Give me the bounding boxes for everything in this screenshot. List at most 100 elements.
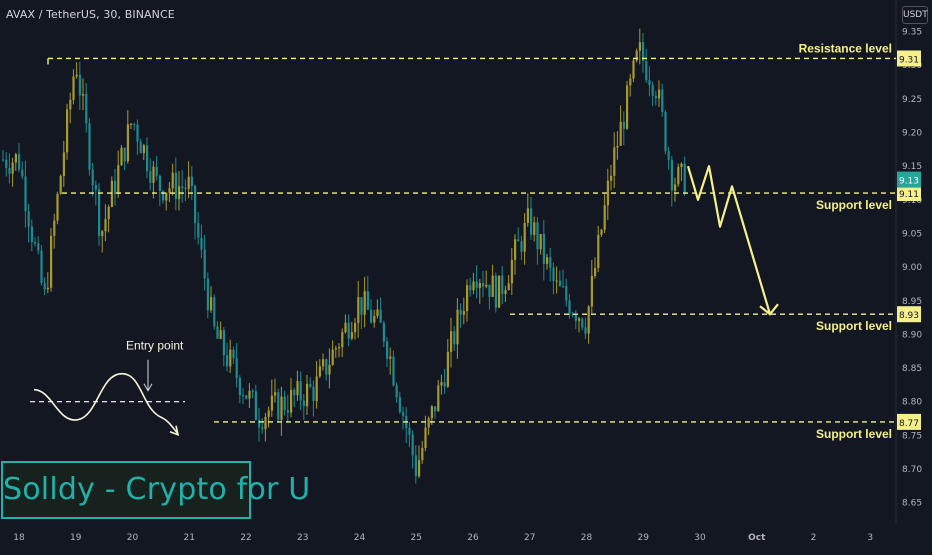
y-tick-label: 8.85 [902,364,922,374]
candle-body [466,285,469,312]
x-tick-label: Oct [748,533,766,543]
candle-body [370,309,373,323]
candle-body [594,267,597,276]
candle-body [574,314,577,321]
candles [2,28,686,484]
candle-body [98,189,101,236]
level-label: Resistance level [799,41,892,55]
candle-body [184,187,187,190]
candle-body [357,297,360,324]
y-tick-label: 9.00 [902,263,922,273]
candle-body [37,243,40,251]
candle-body [101,231,104,236]
candle-body [456,309,459,345]
candle-body [302,400,305,407]
x-tick-label: 22 [240,533,251,543]
y-tick-label: 8.95 [902,297,922,307]
candle-body [59,175,62,194]
x-tick-label: 24 [354,533,366,543]
candle-body [261,427,264,430]
candle-body [82,93,85,96]
y-tick-label: 9.15 [902,162,922,172]
candle-body [354,323,357,333]
x-tick-label: 2 [811,533,817,543]
x-tick-label: 21 [184,533,195,543]
candle-body [200,237,203,250]
y-tick-label: 9.05 [902,229,922,239]
candle-body [475,281,478,288]
candle-body [123,147,126,162]
level-price-label: 8.77 [899,419,919,429]
candle-body [462,311,465,315]
candle-body [46,287,49,290]
candle-body [197,223,200,238]
candle-body [34,241,37,244]
candle-body [440,382,443,386]
candle-body [114,180,117,194]
candle-body [402,412,405,416]
candle-body [491,275,494,297]
x-tick-label: 20 [127,533,139,543]
candle-body [680,163,683,168]
candle-body [306,383,309,407]
candle-body [610,175,613,181]
candle-body [661,89,664,113]
candle-body [587,306,590,334]
symbol-title[interactable]: AVAX / TetherUS, 30, BINANCE [6,8,175,21]
candle-body [376,309,379,317]
candle-body [229,349,232,367]
candle-body [11,162,14,174]
level-price-label: 9.11 [899,190,919,200]
candle-body [258,420,261,428]
candle-body [488,284,491,297]
candle-body [520,241,523,252]
candle-body [139,141,142,154]
candle-body [424,427,427,448]
candle-body [190,176,193,186]
x-tick-label: 30 [694,533,706,543]
candle-body [296,381,299,396]
candle-body [606,180,609,206]
candle-body [338,347,341,349]
candle-body [472,281,475,291]
candle-body [558,280,561,287]
currency-badge[interactable]: USDT [902,6,928,24]
candle-body [293,389,296,396]
candle-body [670,159,673,191]
candle-body [146,145,149,172]
candle-body [78,74,81,96]
projection-path [686,165,772,315]
x-tick-label: 28 [581,533,593,543]
candle-body [347,322,350,339]
candle-body [30,226,33,242]
candle-body [24,176,27,212]
candle-body [171,172,174,189]
candle-body [318,366,321,377]
candle-body [187,176,190,190]
candle-body [14,154,17,163]
candle-body [94,185,97,190]
candle-body [565,286,568,301]
candle-body [395,385,398,398]
candle-body [648,80,651,86]
candle-body [523,222,526,252]
candle-body [421,447,424,461]
candle-body [40,250,43,284]
candle-body [392,356,395,386]
y-tick-label: 8.75 [902,431,922,441]
candle-body [299,381,302,401]
y-tick-label: 9.35 [902,28,922,38]
candle-body [398,397,401,413]
candle-body [219,330,222,339]
candle-body [66,109,69,153]
candle-body [43,283,46,290]
x-tick-label: 26 [467,533,479,543]
candle-body [626,85,629,129]
candle-body [555,280,558,282]
candle-body [562,286,565,288]
candle-body [430,406,433,419]
candle-body [622,121,625,129]
candle-body [165,192,168,201]
candle-body [120,147,123,166]
entry-label: Entry point [126,339,184,353]
